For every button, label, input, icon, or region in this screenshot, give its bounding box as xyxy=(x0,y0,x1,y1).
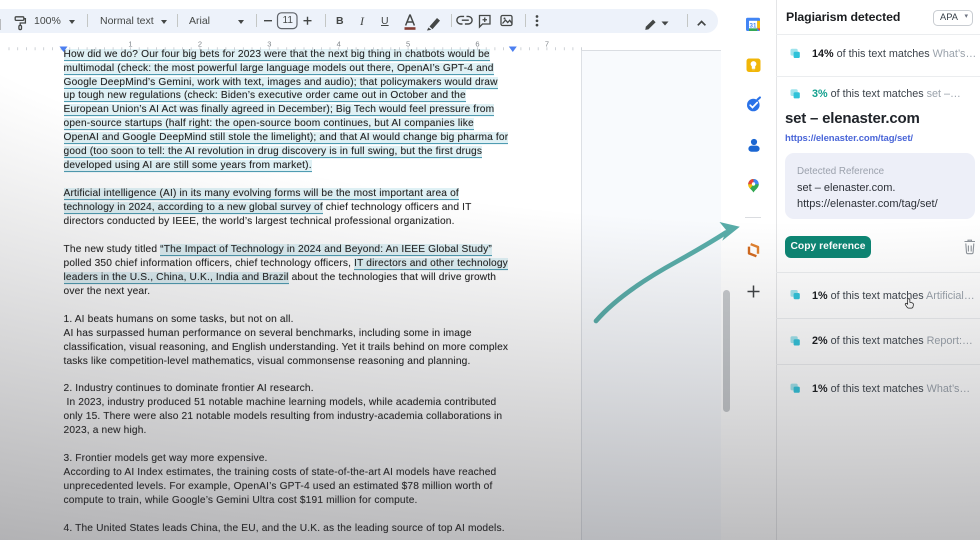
svg-text:2: 2 xyxy=(198,40,202,49)
svg-text:7: 7 xyxy=(545,40,549,49)
svg-text:1: 1 xyxy=(128,40,132,49)
svg-text:5: 5 xyxy=(406,40,410,49)
svg-text:31: 31 xyxy=(750,22,757,29)
svg-text:3: 3 xyxy=(267,40,271,49)
svg-text:6: 6 xyxy=(475,40,479,49)
svg-text:4: 4 xyxy=(337,40,341,49)
